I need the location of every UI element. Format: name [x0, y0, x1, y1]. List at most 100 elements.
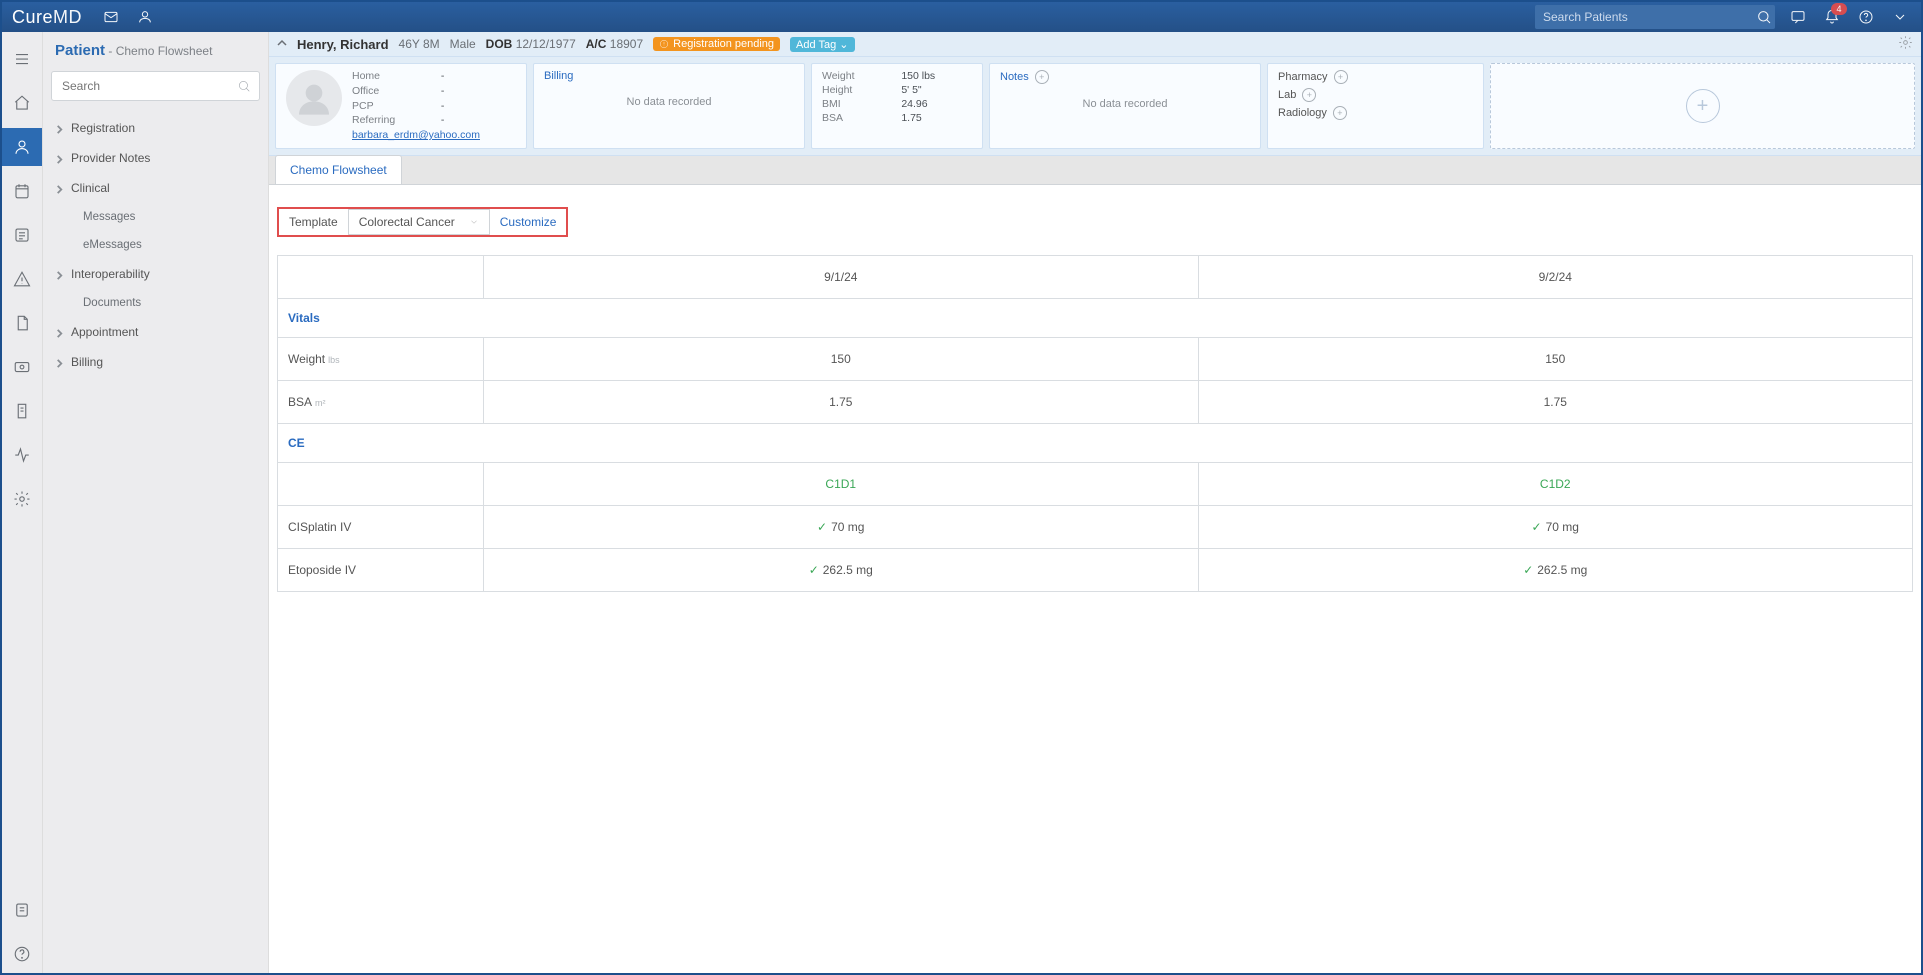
nav-appointment[interactable]: Appointment [43, 317, 268, 347]
link-pharmacy: Pharmacy [1278, 71, 1328, 83]
flowsheet-table: 9/1/24 9/2/24 Vitals Weightlbs 150 150 B… [277, 255, 1913, 592]
patient-dob: 12/12/1977 [516, 37, 576, 51]
add-tag-button[interactable]: Add Tag ⌄ [790, 37, 854, 52]
user-menu-chevron-icon[interactable] [1889, 6, 1911, 28]
rail-calendar-icon[interactable] [2, 172, 42, 210]
chevron-right-icon [55, 357, 64, 371]
user-icon[interactable] [134, 6, 156, 28]
nav-clinical[interactable]: Clinical [43, 173, 268, 203]
chat-icon[interactable] [1787, 6, 1809, 28]
sidenav-section: Patient [55, 42, 105, 59]
table-header-blank [278, 256, 484, 299]
card-contact: Home- Office- PCP- Referring- barbara_er… [275, 63, 527, 149]
sidenav: Patient - Chemo Flowsheet Registration P… [43, 32, 269, 973]
rail-list-icon[interactable] [2, 216, 42, 254]
rail-help-icon[interactable] [2, 935, 42, 973]
bsa-d1: 1.75 [484, 381, 1199, 424]
customize-link[interactable]: Customize [490, 210, 567, 234]
rail-menu-icon[interactable] [2, 40, 42, 78]
card-billing: Billing No data recorded [533, 63, 805, 149]
nav-messages[interactable]: Messages [43, 203, 268, 231]
bsa-d2: 1.75 [1198, 381, 1913, 424]
template-selected: Colorectal Cancer [359, 215, 455, 229]
section-vitals: Vitals [278, 299, 1913, 338]
help-icon[interactable] [1855, 6, 1877, 28]
chevron-right-icon [55, 269, 64, 283]
section-ce: CE [278, 424, 1913, 463]
sidenav-subsection: - Chemo Flowsheet [108, 44, 212, 58]
card-links: Pharmacy+ Lab+ Radiology+ [1267, 63, 1484, 149]
template-select[interactable]: Colorectal Cancer [348, 209, 490, 235]
rail-activity-icon[interactable] [2, 436, 42, 474]
weight-d2: 150 [1198, 338, 1913, 381]
row-cycles: C1D1 C1D2 [278, 463, 1913, 506]
sidenav-list: Registration Provider Notes Clinical Mes… [43, 109, 268, 381]
card-billing-empty: No data recorded [544, 96, 794, 108]
search-icon [237, 79, 251, 93]
patient-search-input[interactable] [1535, 10, 1753, 24]
rail-settings-icon[interactable] [2, 480, 42, 518]
rail-billing-icon[interactable] [2, 348, 42, 386]
cisplatin-d1: ✓70 mg [484, 506, 1199, 549]
brand-pre: Cure [12, 7, 53, 28]
patient-bar: Henry, Richard 46Y 8M Male DOB 12/12/197… [269, 32, 1921, 57]
mail-icon[interactable] [100, 6, 122, 28]
brand-logo[interactable]: CureMD [12, 7, 82, 28]
contact-email-link[interactable]: barbara_erdm@yahoo.com [352, 129, 480, 142]
content: Template Colorectal Cancer Customize 9/1… [269, 185, 1921, 973]
tab-chemo-flowsheet[interactable]: Chemo Flowsheet [275, 155, 402, 184]
contact-referring-value: - [441, 114, 480, 127]
add-radiology-icon[interactable]: + [1333, 106, 1347, 120]
chevron-down-icon [469, 217, 479, 227]
add-pharmacy-icon[interactable]: + [1334, 70, 1348, 84]
patient-ac: 18907 [610, 37, 643, 51]
nav-documents[interactable]: Documents [43, 289, 268, 317]
patient-sex: Male [450, 37, 476, 51]
vitals-bmi: 24.96 [901, 98, 972, 110]
row-etoposide: Etoposide IV ✓262.5 mg ✓262.5 mg [278, 549, 1913, 592]
add-lab-icon[interactable]: + [1302, 88, 1316, 102]
sidenav-heading: Patient - Chemo Flowsheet [43, 32, 268, 67]
rail-alert-icon[interactable] [2, 260, 42, 298]
rail-document-icon[interactable] [2, 304, 42, 342]
card-notes: Notes+ No data recorded [989, 63, 1261, 149]
patient-search[interactable] [1535, 5, 1775, 29]
nav-emessages[interactable]: eMessages [43, 231, 268, 259]
cycle-d2: C1D2 [1198, 463, 1913, 506]
vitals-weight: 150 lbs [901, 70, 972, 82]
chevron-down-icon: ⌄ [839, 39, 848, 51]
weight-d1: 150 [484, 338, 1199, 381]
brand-post: MD [53, 7, 82, 28]
rail-patient-icon[interactable] [2, 128, 42, 166]
notifications-icon[interactable]: 4 [1821, 6, 1843, 28]
cisplatin-d2: ✓70 mg [1198, 506, 1913, 549]
contact-referring-label: Referring [352, 114, 431, 127]
nav-interoperability[interactable]: Interoperability [43, 259, 268, 289]
chevron-right-icon [55, 183, 64, 197]
registration-status-badge[interactable]: Registration pending [653, 37, 780, 51]
rail-report-icon[interactable] [2, 392, 42, 430]
card-notes-empty: No data recorded [1000, 98, 1250, 110]
vitals-bsa: 1.75 [901, 112, 972, 124]
check-icon: ✓ [1523, 563, 1533, 577]
card-add[interactable]: + [1490, 63, 1915, 149]
nav-billing[interactable]: Billing [43, 347, 268, 377]
contact-pcp-label: PCP [352, 100, 431, 113]
rail-notes-icon[interactable] [2, 891, 42, 929]
search-icon[interactable] [1753, 6, 1775, 28]
gear-icon[interactable] [1898, 35, 1913, 53]
sidenav-search-input[interactable] [60, 78, 237, 94]
check-icon: ✓ [1532, 520, 1542, 534]
collapse-icon[interactable] [277, 37, 287, 51]
sidenav-search[interactable] [51, 71, 260, 101]
etoposide-d2: ✓262.5 mg [1198, 549, 1913, 592]
card-billing-title: Billing [544, 70, 794, 82]
table-header-date-1: 9/1/24 [484, 256, 1199, 299]
chevron-right-icon [55, 153, 64, 167]
rail-home-icon[interactable] [2, 84, 42, 122]
plus-icon[interactable]: + [1686, 89, 1720, 123]
add-note-icon[interactable]: + [1035, 70, 1049, 84]
nav-registration[interactable]: Registration [43, 113, 268, 143]
nav-provider-notes[interactable]: Provider Notes [43, 143, 268, 173]
summary-cards: Home- Office- PCP- Referring- barbara_er… [269, 57, 1921, 156]
